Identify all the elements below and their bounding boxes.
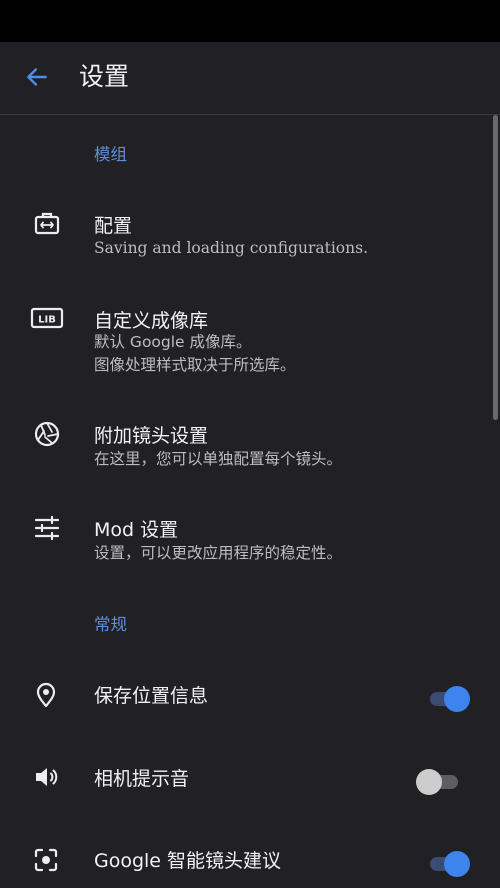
settings-item-location[interactable] bbox=[0, 665, 500, 727]
toggle-thumb bbox=[444, 851, 470, 877]
lens-subtitle: 在这里，您可以单独配置每个镜头。 bbox=[94, 450, 343, 468]
lens-suggest-toggle[interactable] bbox=[428, 849, 470, 879]
location-pin-icon bbox=[31, 680, 61, 710]
library-subtitle-line1: 默认 Google 成像库。 bbox=[94, 333, 252, 351]
section-title-general: 常规 bbox=[94, 615, 127, 634]
config-subtitle: Saving and loading configurations. bbox=[94, 239, 368, 257]
arrow-back-icon bbox=[27, 68, 47, 86]
location-title: 保存位置信息 bbox=[94, 685, 209, 707]
location-toggle[interactable] bbox=[428, 684, 470, 714]
back-button[interactable] bbox=[18, 58, 56, 96]
app-bar bbox=[0, 42, 500, 114]
lens-suggest-title: Google 智能镜头建议 bbox=[94, 850, 282, 872]
settings-item-config[interactable] bbox=[0, 190, 500, 276]
mod-subtitle: 设置，可以更改应用程序的稳定性。 bbox=[94, 544, 343, 562]
toggle-thumb bbox=[416, 769, 442, 795]
config-icon bbox=[32, 209, 62, 239]
status-bar bbox=[0, 0, 500, 42]
volume-icon bbox=[31, 762, 61, 792]
sound-toggle[interactable] bbox=[416, 767, 460, 797]
page-title: 设置 bbox=[79, 62, 130, 91]
lib-icon: LIB bbox=[30, 303, 64, 333]
camera-aperture-icon bbox=[32, 419, 62, 449]
google-lens-icon bbox=[31, 845, 61, 875]
config-title: 配置 bbox=[94, 215, 133, 237]
toggle-thumb bbox=[444, 686, 470, 712]
library-title: 自定义成像库 bbox=[94, 310, 209, 332]
svg-text:LIB: LIB bbox=[38, 315, 56, 326]
sound-title: 相机提示音 bbox=[94, 768, 190, 790]
divider bbox=[0, 114, 500, 115]
mod-title: Mod 设置 bbox=[94, 519, 179, 541]
library-subtitle-line2: 图像处理样式取决于所选库。 bbox=[94, 356, 296, 374]
lens-title: 附加镜头设置 bbox=[94, 425, 209, 447]
tune-icon bbox=[32, 513, 62, 543]
section-title-modules: 模组 bbox=[94, 145, 127, 164]
